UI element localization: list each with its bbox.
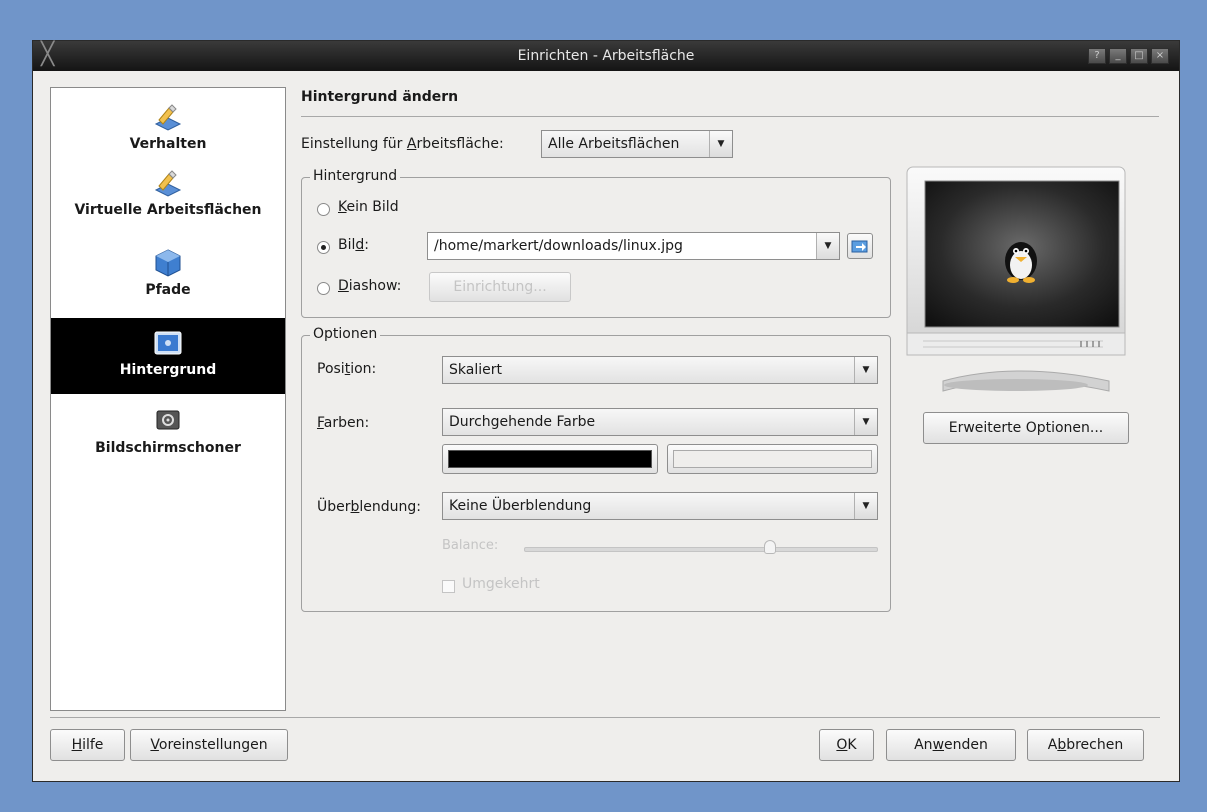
sidebar-item-label: Bildschirmschoner: [95, 440, 241, 456]
position-select[interactable]: Skaliert ▼: [442, 356, 878, 384]
sidebar-item-label: Verhalten: [129, 136, 207, 152]
title-bar[interactable]: ╳ Einrichten - Arbeitsfläche ? _ □ ×: [33, 41, 1179, 71]
sidebar-item-label: Pfade: [145, 282, 191, 298]
behavior-icon: [154, 104, 182, 131]
no-image-radio[interactable]: [317, 203, 330, 216]
close-button[interactable]: ×: [1151, 48, 1169, 64]
slideshow-radio[interactable]: [317, 282, 330, 295]
desktop-setting-label: Einstellung für Arbeitsfläche:: [301, 136, 504, 152]
background-group-title: Hintergrund: [310, 168, 401, 184]
options-group-title: Optionen: [310, 326, 381, 342]
paths-icon: [155, 249, 181, 277]
desktop-select[interactable]: Alle Arbeitsflächen ▼: [541, 130, 733, 158]
slideshow-setup-button[interactable]: Einrichtung...: [429, 272, 571, 302]
reversed-label: Umgekehrt: [462, 576, 540, 592]
section-divider: [301, 116, 1159, 117]
colors-select-value: Durchgehende Farbe: [449, 414, 596, 430]
ok-button[interactable]: OK: [819, 729, 874, 761]
image-path-combo[interactable]: /home/markert/downloads/linux.jpg ▼: [427, 232, 840, 260]
position-select-value: Skaliert: [449, 362, 502, 378]
advanced-options-button[interactable]: Erweiterte Optionen...: [923, 412, 1129, 444]
sidebar-item-hintergrund[interactable]: Hintergrund: [51, 318, 285, 394]
help-title-button[interactable]: ?: [1088, 48, 1106, 64]
maximize-button[interactable]: □: [1130, 48, 1148, 64]
sidebar: Verhalten Virtuelle Arbeitsflächen Pfade: [50, 87, 286, 711]
image-label[interactable]: Bild:: [338, 237, 369, 253]
sidebar-item-label: Hintergrund: [119, 362, 217, 378]
cancel-button[interactable]: Abbrechen: [1027, 729, 1144, 761]
sidebar-item-bildschirmschoner[interactable]: Bildschirmschoner: [51, 406, 285, 456]
minimize-button[interactable]: _: [1109, 48, 1127, 64]
folder-open-icon: [851, 240, 868, 253]
balance-slider-track[interactable]: [524, 547, 878, 552]
slideshow-label[interactable]: Diashow:: [338, 278, 401, 294]
primary-color-swatch: [448, 450, 652, 468]
section-title: Hintergrund ändern: [301, 89, 459, 105]
background-icon: [154, 331, 182, 355]
sidebar-item-virtual-desktops[interactable]: Virtuelle Arbeitsflächen: [51, 168, 285, 218]
chevron-down-icon: ▼: [709, 131, 732, 157]
chevron-down-icon: ▼: [816, 233, 839, 259]
chevron-down-icon: ▼: [854, 493, 877, 519]
balance-label: Balance:: [442, 538, 499, 553]
sidebar-item-pfade[interactable]: Pfade: [51, 248, 285, 298]
blending-label: Überblendung:: [317, 499, 422, 515]
defaults-button[interactable]: Voreinstellungen: [130, 729, 288, 761]
blending-select-value: Keine Überblendung: [449, 498, 592, 514]
settings-window: ╳ Einrichten - Arbeitsfläche ? _ □ × Ver…: [32, 40, 1180, 782]
browse-button[interactable]: [847, 233, 873, 259]
wallpaper-preview-monitor: [906, 166, 1126, 392]
position-label: Position:: [317, 361, 377, 377]
window-title: Einrichten - Arbeitsfläche: [517, 48, 695, 64]
colors-select[interactable]: Durchgehende Farbe ▼: [442, 408, 878, 436]
help-button[interactable]: Hilfe: [50, 729, 125, 761]
balance-slider-handle[interactable]: [764, 540, 777, 554]
virtual-desktops-icon: [154, 170, 182, 197]
footer-divider: [50, 717, 1160, 718]
sidebar-item-label: Virtuelle Arbeitsflächen: [74, 202, 262, 218]
screensaver-icon: [156, 410, 180, 430]
image-path-value: /home/markert/downloads/linux.jpg: [434, 238, 683, 254]
no-image-label[interactable]: Kein Bild: [338, 199, 399, 215]
primary-color-button[interactable]: [442, 444, 658, 474]
chevron-down-icon: ▼: [854, 357, 877, 383]
options-group: Optionen Position: Skaliert ▼ Farben: Du…: [301, 326, 891, 612]
background-group: Hintergrund Kein Bild Bild: /home/marker…: [301, 168, 891, 318]
window-controls: ? _ □ ×: [1088, 48, 1169, 64]
image-radio[interactable]: [317, 241, 330, 254]
chevron-down-icon: ▼: [854, 409, 877, 435]
reversed-checkbox[interactable]: [442, 580, 455, 593]
apply-button[interactable]: Anwenden: [886, 729, 1016, 761]
desktop-select-value: Alle Arbeitsflächen: [548, 136, 680, 152]
secondary-color-button[interactable]: [667, 444, 878, 474]
colors-label: Farben:: [317, 415, 370, 431]
sidebar-item-verhalten[interactable]: Verhalten: [51, 102, 285, 152]
blending-select[interactable]: Keine Überblendung ▼: [442, 492, 878, 520]
secondary-color-swatch: [673, 450, 872, 468]
